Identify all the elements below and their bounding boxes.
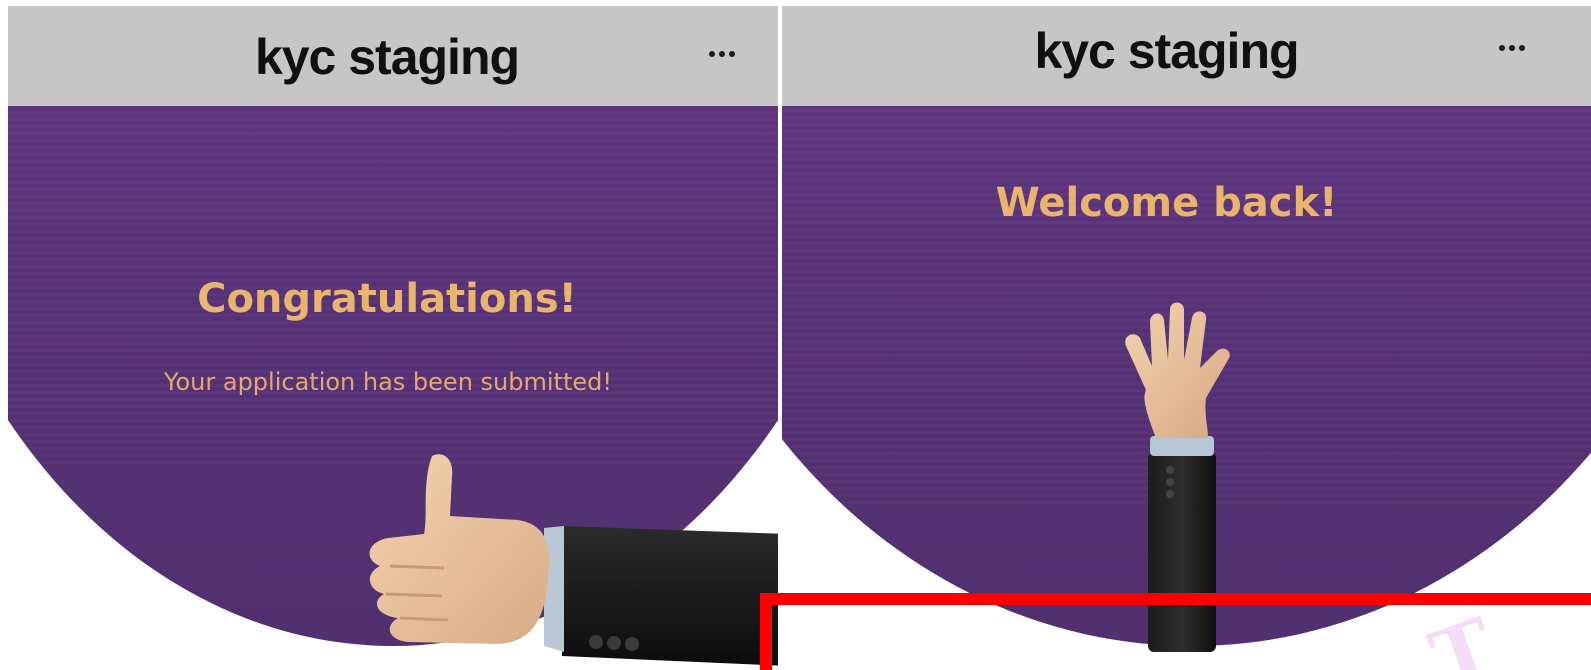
app-header: kyc staging <box>782 6 1591 106</box>
more-dot <box>719 51 725 57</box>
kyc-welcome-back-screen: kyc staging Welcome back! <box>782 6 1591 670</box>
more-dot <box>1519 45 1525 51</box>
more-dot <box>1509 45 1515 51</box>
thumbs-up-icon <box>369 454 778 666</box>
congratulations-heading: Congratulations! <box>197 276 577 322</box>
submission-message: Your application has been submitted! <box>164 368 612 396</box>
more-dot <box>709 51 715 57</box>
more-options-button[interactable] <box>1482 28 1542 68</box>
app-title: kyc staging <box>1034 23 1299 79</box>
app-header: kyc staging <box>8 6 778 106</box>
more-dot <box>1499 45 1505 51</box>
welcome-back-heading: Welcome back! <box>995 180 1338 226</box>
more-dot <box>729 51 735 57</box>
kyc-success-screen: kyc staging Congratulations! Your applic… <box>8 6 778 670</box>
app-title: kyc staging <box>254 29 520 85</box>
more-options-button[interactable] <box>692 34 752 74</box>
